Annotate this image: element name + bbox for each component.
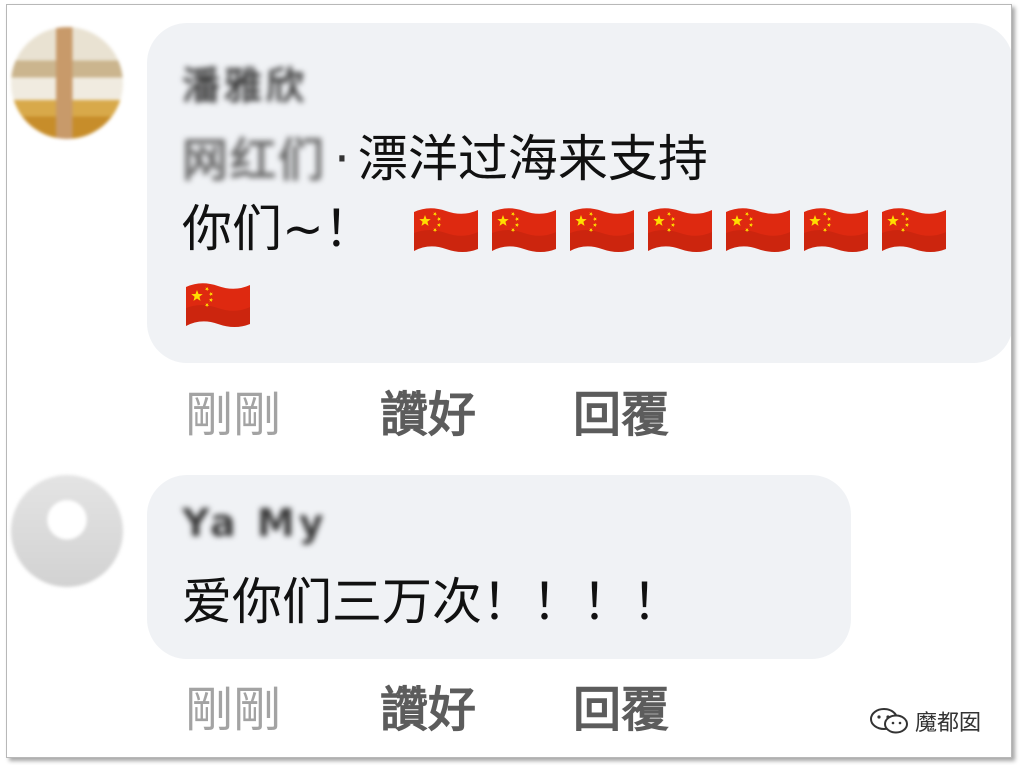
comment-text: 漂洋过海来支持	[357, 130, 708, 188]
china-flag-emoji	[492, 208, 556, 252]
china-flag-emoji	[882, 208, 946, 252]
comment-timestamp: 剛剛	[185, 682, 282, 738]
comment-bubble: 潘雅欣 网红们 · 漂洋过海来支持 你们~！	[147, 23, 1011, 363]
comment-text: 你们~！	[182, 200, 374, 258]
flag-emoji-row	[183, 278, 253, 332]
mention-tag[interactable]: 网红们	[182, 129, 326, 191]
comment-text: 爱你们三万次！！！！	[182, 573, 682, 631]
flag-emoji-row	[411, 203, 949, 257]
china-flag-emoji	[570, 208, 634, 252]
china-flag-emoji	[726, 208, 790, 252]
reply-button[interactable]: 回覆	[573, 375, 669, 445]
china-flag-emoji	[804, 208, 868, 252]
comment-bubble: Ya My 爱你们三万次！！！！	[147, 475, 851, 659]
comment-timestamp: 剛剛	[185, 387, 282, 443]
comment-author[interactable]: Ya My	[182, 501, 328, 545]
china-flag-emoji	[414, 208, 478, 252]
china-flag-emoji	[648, 208, 712, 252]
comment-author[interactable]: 潘雅欣	[182, 55, 308, 110]
screenshot-frame: 潘雅欣 网红们 · 漂洋过海来支持 你们~！ 剛剛 讚好 回覆 Ya My 爱你们三…	[6, 4, 1012, 758]
avatar[interactable]	[11, 27, 123, 139]
reply-button[interactable]: 回覆	[573, 670, 669, 740]
wechat-icon	[870, 708, 908, 734]
avatar[interactable]	[11, 475, 123, 587]
separator-dot: ·	[334, 130, 350, 188]
comment-text-line: 网红们 · 漂洋过海来支持	[182, 128, 708, 191]
watermark-text: 魔都囡	[915, 711, 982, 736]
watermark: 魔都囡	[869, 705, 981, 737]
china-flag-emoji	[186, 283, 250, 327]
like-button[interactable]: 讚好	[380, 670, 476, 740]
like-button[interactable]: 讚好	[380, 375, 476, 445]
